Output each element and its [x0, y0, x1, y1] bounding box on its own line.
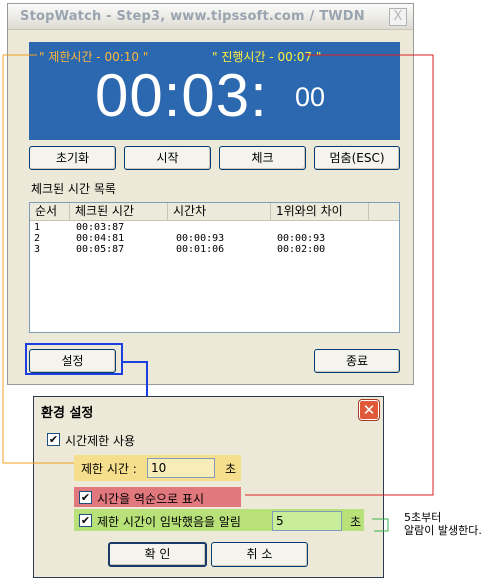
- annotation-line: 알람이 발생한다.: [404, 524, 482, 537]
- annotation-lines: [2, 54, 434, 532]
- annotation-note: 5초부터 알람이 발생한다.: [404, 511, 482, 537]
- annotation-line: 5초부터: [404, 511, 442, 524]
